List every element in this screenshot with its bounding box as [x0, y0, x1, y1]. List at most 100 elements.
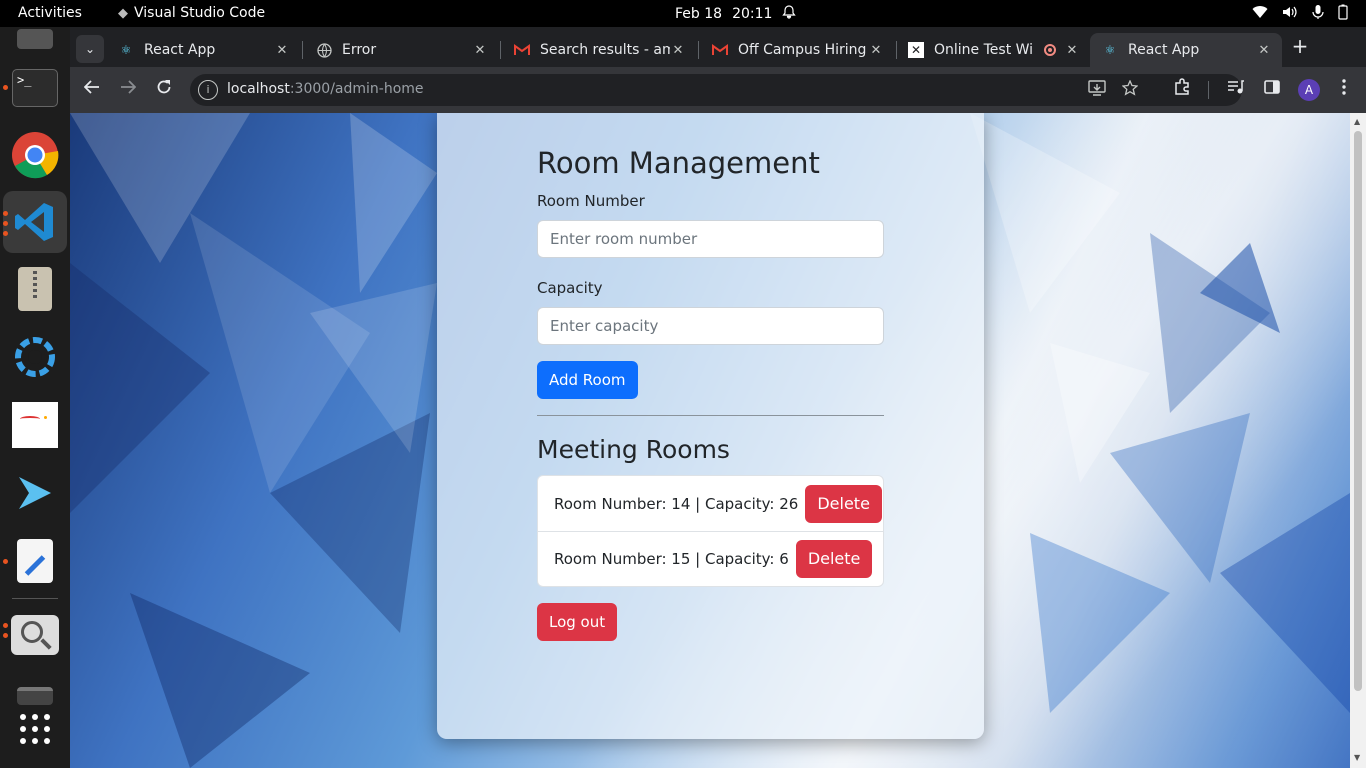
react-icon: ⚛ [120, 43, 132, 57]
side-panel-icon[interactable] [1260, 78, 1284, 102]
ubuntu-dock: >_ [0, 27, 70, 768]
tab-separator [302, 41, 303, 59]
dock-running-indicator [3, 559, 8, 564]
browser-toolbar: i localhost:3000/admin-home A [70, 67, 1366, 113]
tab-gmail-search-results[interactable]: Search results - am ✕ [502, 33, 696, 67]
wifi-icon [1252, 5, 1268, 23]
show-applications-grid-icon[interactable] [11, 705, 59, 753]
scroll-down-arrow-icon[interactable]: ▼ [1354, 753, 1360, 762]
dock-running-indicator [3, 231, 8, 236]
dock-running-indicator [3, 623, 8, 628]
delete-room-button[interactable]: Delete [805, 484, 882, 523]
alarm-bell-icon [782, 5, 797, 23]
media-controls-icon[interactable] [1224, 78, 1248, 102]
room-info-text: Room Number: 15 | Capacity: 6 [554, 550, 789, 568]
focused-app-name: Visual Studio Code [134, 5, 266, 21]
list-item: Room Number: 15 | Capacity: 6 Delete [538, 531, 883, 586]
room-management-form: Room Management Room Number Enter room n… [537, 143, 884, 641]
forward-arrow-icon[interactable] [116, 78, 140, 102]
page-title: Room Management [537, 146, 820, 180]
dock-running-indicator [3, 211, 8, 216]
tab-separator [698, 41, 699, 59]
install-app-icon[interactable] [1088, 80, 1106, 100]
room-info-text: Room Number: 14 | Capacity: 26 [554, 494, 799, 513]
profile-avatar[interactable]: A [1298, 79, 1320, 101]
tab-react-app[interactable]: ⚛ React App ✕ [106, 33, 300, 67]
room-number-label: Room Number [537, 192, 645, 210]
dock-archive-manager-icon[interactable] [11, 265, 59, 313]
tab-title: Error [342, 42, 377, 58]
system-tray[interactable] [1252, 4, 1348, 24]
tab-react-app-active[interactable]: ⚛ React App ✕ [1090, 33, 1282, 67]
capacity-input[interactable]: Enter capacity [537, 307, 884, 345]
url-text: localhost:3000/admin-home [227, 81, 424, 97]
meeting-rooms-heading: Meeting Rooms [537, 435, 730, 464]
volume-icon [1282, 5, 1298, 23]
tab-close-icon[interactable]: ✕ [472, 43, 488, 58]
reload-icon[interactable] [152, 78, 176, 102]
tab-close-icon[interactable]: ✕ [274, 43, 290, 58]
tab-title: Off Campus Hiring [738, 42, 867, 58]
admin-card: Room Management Room Number Enter room n… [437, 113, 984, 739]
system-top-bar: Activities ◆ Visual Studio Code Feb 18 2… [0, 0, 1366, 27]
dock-vscode-icon[interactable] [3, 191, 67, 253]
new-tab-plus-icon[interactable]: + [1288, 35, 1312, 59]
meeting-rooms-list: Room Number: 14 | Capacity: 26 Delete Ro… [537, 475, 884, 587]
tab-gmail-off-campus-hiring[interactable]: Off Campus Hiring ✕ [700, 33, 894, 67]
address-bar[interactable]: i localhost:3000/admin-home [190, 74, 1242, 106]
site-info-icon[interactable]: i [198, 80, 218, 100]
dock-image-viewer-magnifier-icon[interactable] [3, 604, 67, 666]
dock-aperture-app-icon[interactable] [11, 333, 59, 381]
tab-close-icon[interactable]: ✕ [1064, 43, 1080, 58]
section-divider [537, 415, 884, 416]
list-item: Room Number: 14 | Capacity: 26 Delete [538, 476, 883, 531]
page-viewport: Room Management Room Number Enter room n… [70, 113, 1350, 768]
logout-button[interactable]: Log out [537, 603, 618, 641]
gmail-icon [514, 42, 530, 58]
scroll-up-arrow-icon[interactable]: ▲ [1354, 117, 1360, 126]
globe-icon [316, 42, 332, 58]
dock-chrome-icon[interactable] [11, 131, 59, 179]
profile-initial: A [1304, 83, 1314, 97]
vscode-small-icon: ◆ [118, 5, 128, 21]
tab-search-chevron-down-icon[interactable]: ⌄ [76, 35, 104, 63]
extensions-puzzle-icon[interactable] [1170, 78, 1194, 102]
react-icon: ⚛ [1104, 43, 1116, 57]
room-number-input[interactable]: Enter room number [537, 220, 884, 258]
tab-close-icon[interactable]: ✕ [868, 43, 884, 58]
tab-close-icon[interactable]: ✕ [670, 43, 686, 58]
add-room-button[interactable]: Add Room [537, 361, 638, 399]
scrollbar-thumb[interactable] [1354, 131, 1362, 691]
dock-partial-app-icon[interactable] [11, 15, 59, 63]
url-path: :3000/admin-home [289, 81, 424, 97]
dock-running-indicator [3, 633, 8, 638]
back-arrow-icon[interactable] [80, 78, 104, 102]
dock-running-indicator [3, 221, 8, 226]
tab-error[interactable]: Error ✕ [304, 33, 498, 67]
toolbar-divider [1208, 81, 1209, 99]
tab-title: Search results - am [540, 42, 670, 58]
test-site-icon: ✕ [908, 42, 924, 58]
browser-menu-kebab-icon[interactable] [1332, 78, 1356, 102]
microphone-icon [1312, 4, 1324, 24]
time-text: 20:11 [732, 6, 773, 22]
tab-online-test[interactable]: ✕ Online Test Wi ✕ [896, 33, 1090, 67]
tab-close-icon[interactable]: ✕ [1256, 43, 1272, 58]
browser-tab-strip: ⌄ ⚛ React App ✕ Error ✕ Search results -… [70, 27, 1366, 67]
date-text: Feb 18 [675, 6, 723, 22]
recording-indicator-icon [1044, 44, 1056, 56]
dock-running-indicator [3, 85, 8, 90]
page-scrollbar[interactable]: ▲ ▼ [1350, 113, 1366, 768]
dock-remote-desktop-icon[interactable] [11, 469, 59, 517]
focused-app-menu[interactable]: ◆ Visual Studio Code [118, 5, 265, 21]
clock[interactable]: Feb 18 20:11 [675, 5, 797, 23]
dock-image-viewer-icon[interactable] [11, 401, 59, 449]
dock-separator [12, 598, 58, 599]
dock-text-editor-icon[interactable] [11, 537, 59, 585]
dock-terminal-icon[interactable]: >_ [11, 64, 59, 112]
bookmark-star-icon[interactable] [1121, 79, 1139, 100]
delete-room-button[interactable]: Delete [795, 540, 873, 578]
tab-title: Online Test Wi [934, 42, 1034, 58]
url-host: localhost [227, 81, 290, 97]
